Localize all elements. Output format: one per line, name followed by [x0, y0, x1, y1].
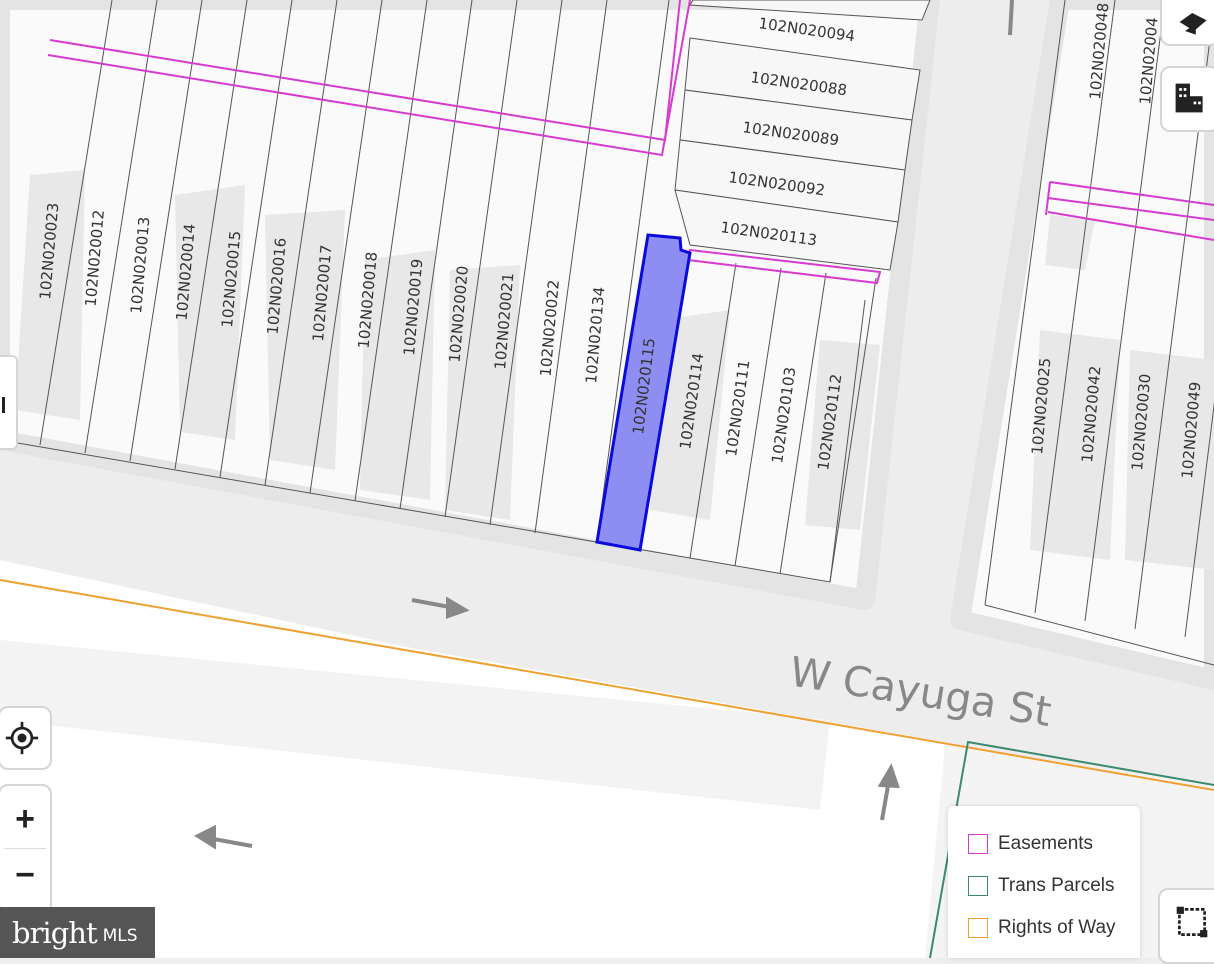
legend-item-trans-parcels[interactable]: Trans Parcels	[968, 874, 1115, 898]
locate-target-icon	[5, 721, 39, 755]
zoom-in-button[interactable]: +	[0, 794, 50, 844]
buildings-3d-button[interactable]	[1160, 0, 1214, 46]
buildings-2d-button[interactable]	[1160, 66, 1214, 132]
layers-panel-tab[interactable]	[0, 355, 18, 450]
legend-label: Trans Parcels	[998, 875, 1115, 896]
draw-area-button[interactable]	[1158, 888, 1214, 964]
building-3d-icon	[1179, 13, 1207, 35]
map-legend: Easements Trans Parcels Rights of Way	[948, 806, 1140, 958]
legend-swatch	[968, 834, 988, 854]
locate-button[interactable]	[0, 706, 52, 770]
brand-logo: bright MLS	[0, 907, 155, 958]
legend-item-rights-of-way[interactable]: Rights of Way	[968, 916, 1116, 940]
legend-label: Easements	[998, 833, 1094, 854]
brand-sub: MLS	[102, 925, 138, 946]
zoom-control: + −	[0, 784, 52, 914]
legend-item-easements[interactable]: Easements	[968, 832, 1093, 856]
zoom-out-button[interactable]: −	[0, 850, 50, 900]
draw-polygon-icon	[1176, 906, 1208, 938]
legend-swatch	[968, 918, 988, 938]
legend-label: Rights of Way	[998, 917, 1116, 938]
building-icon	[1175, 83, 1203, 113]
legend-swatch	[968, 876, 988, 896]
brand-name: bright	[12, 915, 98, 950]
zoom-divider	[4, 848, 46, 849]
